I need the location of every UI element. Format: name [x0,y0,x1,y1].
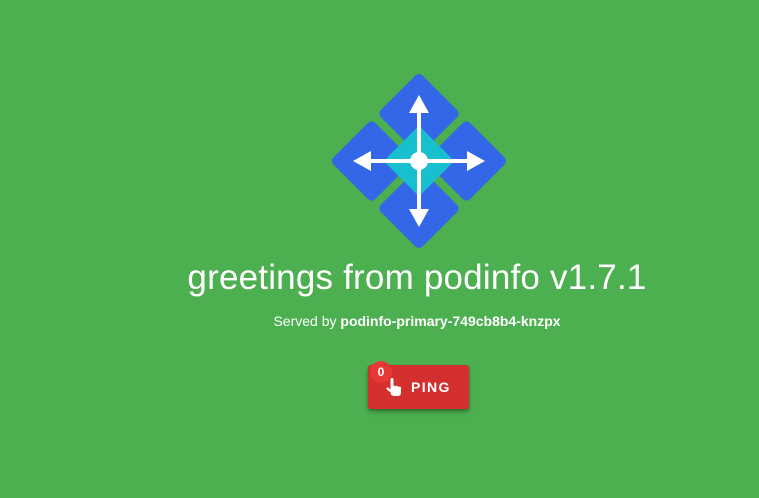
ping-button-label: PING [411,379,451,395]
pod-name: podinfo-primary-749cb8b4-knzpx [340,313,561,329]
page-title: greetings from podinfo v1.7.1 [187,258,647,297]
podinfo-logo-icon [331,73,507,249]
pointing-hand-icon [386,378,401,396]
served-by-label: Served by [273,313,337,329]
ping-count-badge: 0 [370,361,392,383]
served-by-text: Served by podinfo-primary-749cb8b4-knzpx [0,313,759,329]
